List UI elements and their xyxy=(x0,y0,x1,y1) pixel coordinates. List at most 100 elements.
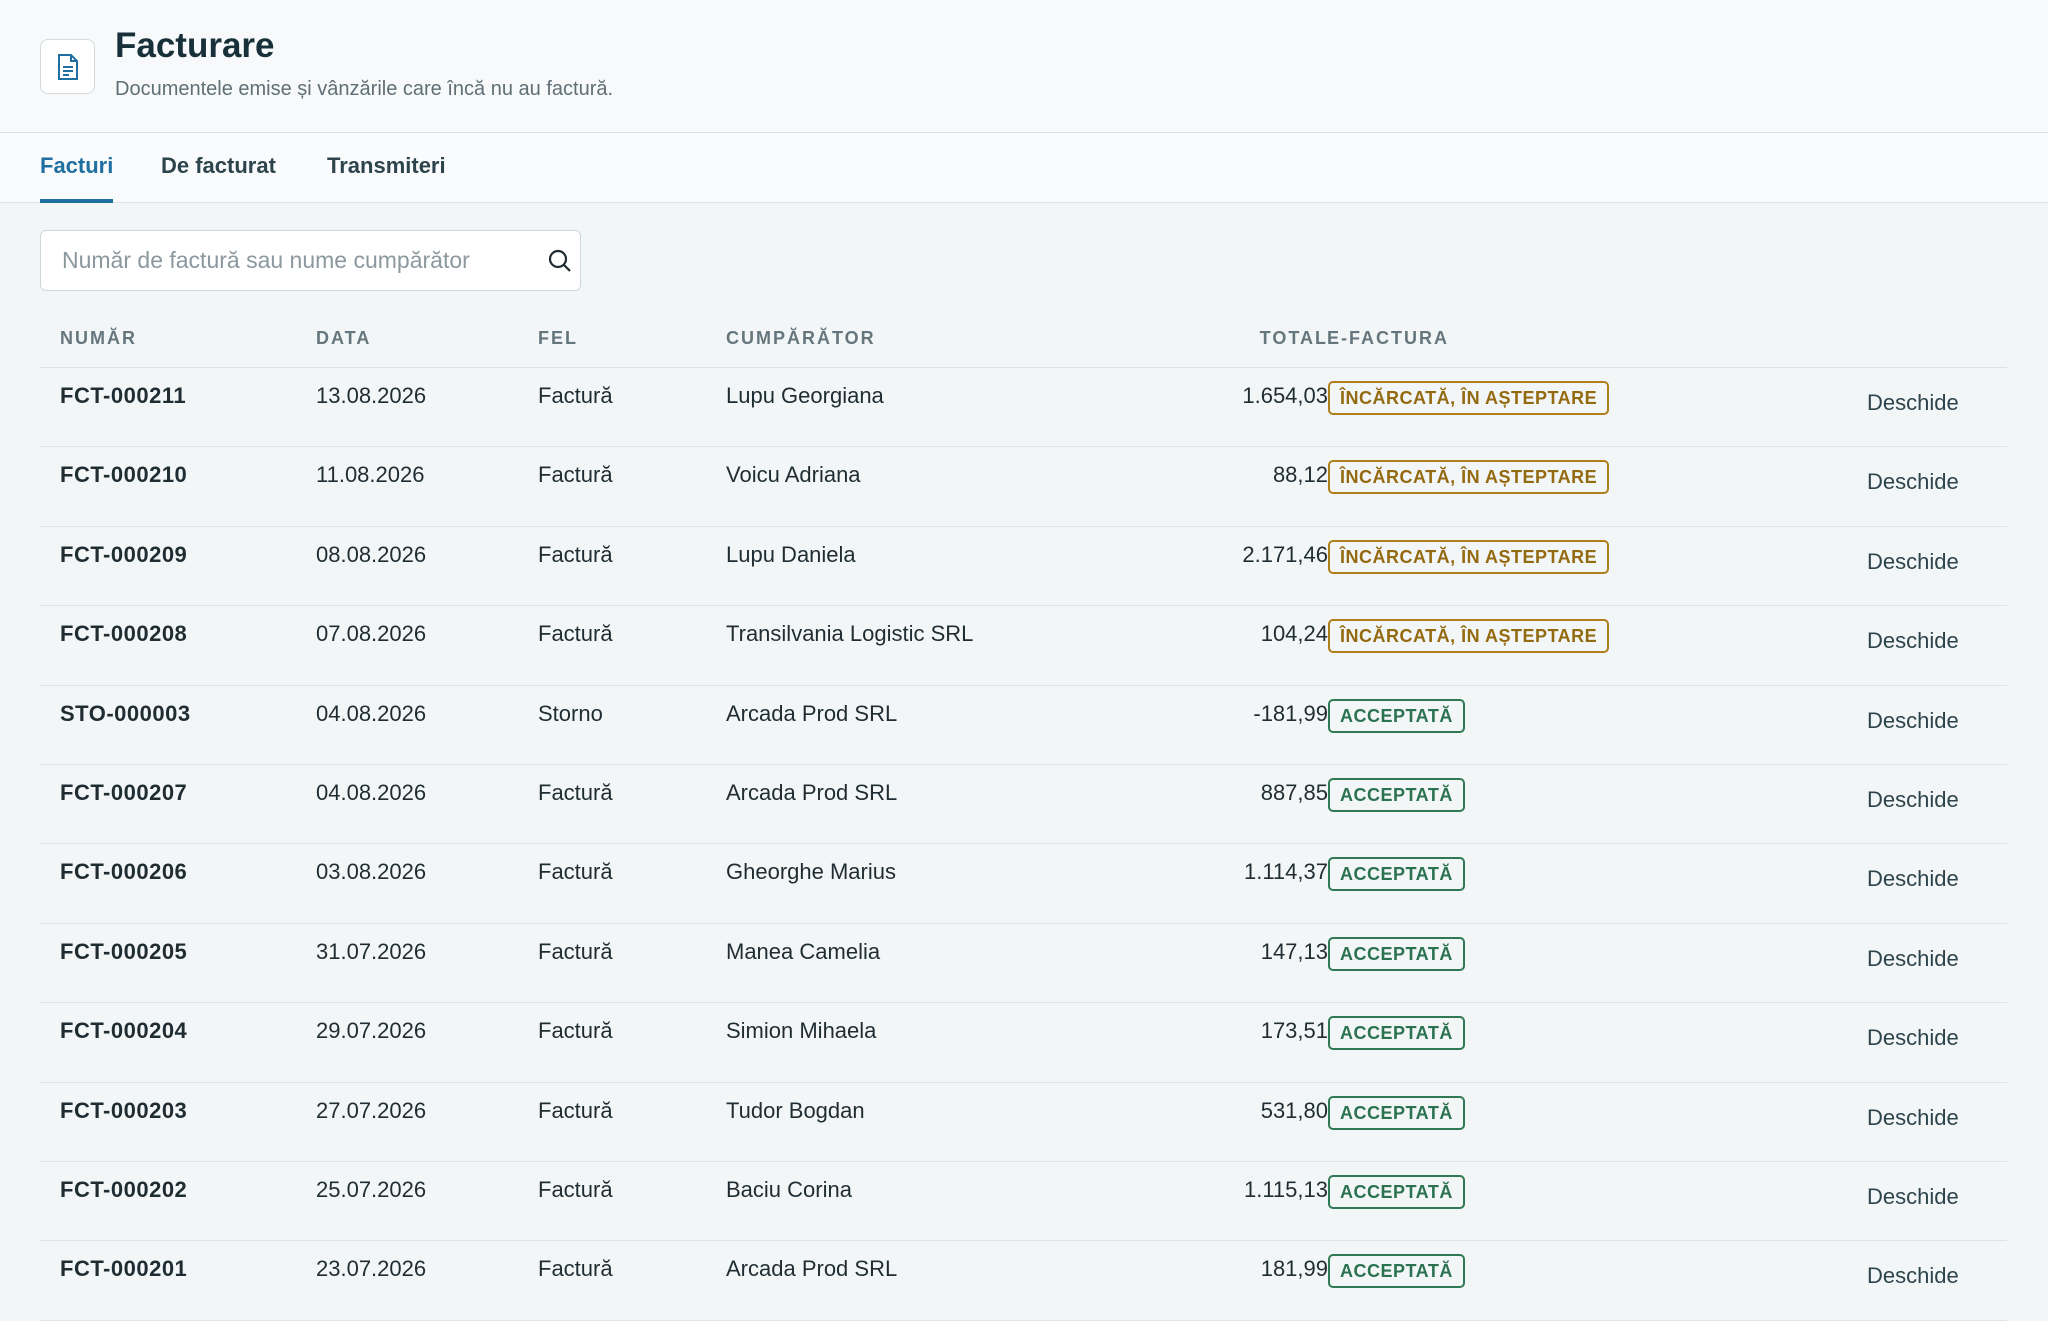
table-header: NUMĂR DATA FEL CUMPĂRĂTOR TOTAL E-FACTUR… xyxy=(40,318,2007,368)
table-row[interactable]: FCT-000211 13.08.2026 Factură Lupu Georgian… xyxy=(40,368,2007,448)
invoice-date: 04.08.2026 xyxy=(316,779,427,805)
invoice-date: 07.08.2026 xyxy=(316,621,427,647)
invoice-number: FCT-000205 xyxy=(60,938,188,964)
tab-bar: Facturi De facturat Transmiteri xyxy=(0,133,2048,203)
table-row[interactable]: FCT-000205 31.07.2026 Factură Manea Camelia… xyxy=(40,924,2007,1004)
efactura-status-badge: ACCEPTATĂ xyxy=(1328,1254,1465,1289)
tab-de-facturat[interactable]: De facturat xyxy=(161,133,276,203)
invoice-total: 173,51 xyxy=(1260,1018,1328,1044)
invoice-total: 88,12 xyxy=(1272,462,1328,488)
invoice-kind: Factură xyxy=(538,1018,613,1044)
page-title: Facturare xyxy=(115,26,275,65)
invoice-number: FCT-000201 xyxy=(60,1256,188,1282)
table-row[interactable]: FCT-000210 11.08.2026 Factură Voicu Adriana… xyxy=(40,447,2007,527)
open-invoice-link[interactable]: Deschide xyxy=(1867,787,1959,813)
table-row[interactable]: FCT-000202 25.07.2026 Factură Baciu Corina 1… xyxy=(40,1162,2007,1242)
invoice-date: 08.08.2026 xyxy=(316,541,427,567)
buyer-name: Lupu Daniela xyxy=(726,541,856,567)
table-row[interactable]: FCT-000208 07.08.2026 Factură Transilvania … xyxy=(40,606,2007,686)
invoice-number: FCT-000210 xyxy=(60,462,188,488)
open-invoice-link[interactable]: Deschide xyxy=(1867,549,1959,575)
buyer-name: Lupu Georgiana xyxy=(726,383,884,408)
efactura-status-badge: ÎNCĂRCATĂ, ÎN AȘTEPTARE xyxy=(1328,539,1610,574)
invoice-total: 181,99 xyxy=(1260,1256,1328,1282)
buyer-name: Gheorghe Marius xyxy=(726,859,896,885)
table-row[interactable]: FCT-000201 23.07.2026 Factură Arcada Prod S… xyxy=(40,1241,2007,1321)
buyer-name: Arcada Prod SRL xyxy=(726,1256,898,1282)
column-header-cumparator: CUMPĂRĂTOR xyxy=(726,328,876,348)
search-icon[interactable] xyxy=(546,247,574,275)
invoices-table: NUMĂR DATA FEL CUMPĂRĂTOR TOTAL E-FACTUR… xyxy=(40,318,2007,1321)
invoice-number: FCT-000204 xyxy=(60,1018,188,1044)
buyer-name: Manea Camelia xyxy=(726,938,881,964)
buyer-name: Arcada Prod SRL xyxy=(726,700,898,726)
table-row[interactable]: FCT-000203 27.07.2026 Factură Tudor Bogdan 5… xyxy=(40,1083,2007,1162)
column-header-fel: FEL xyxy=(538,328,578,348)
search-box xyxy=(40,230,581,291)
invoice-total: 2.171,46 xyxy=(1242,541,1328,567)
table-row[interactable]: FCT-000207 04.08.2026 Factură Arcada Prod S… xyxy=(40,765,2007,845)
invoice-total: 1.654,03 xyxy=(1242,383,1328,408)
invoice-kind: Factură xyxy=(538,541,613,567)
open-invoice-link[interactable]: Deschide xyxy=(1867,708,1959,734)
invoice-kind: Factură xyxy=(538,1256,613,1282)
buyer-name: Tudor Bogdan xyxy=(726,1097,865,1123)
table-row[interactable]: FCT-000206 03.08.2026 Factură Gheorghe Mari… xyxy=(40,844,2007,924)
page-header: Facturare Documentele emise și vânzările… xyxy=(0,0,2048,133)
invoice-date: 23.07.2026 xyxy=(316,1256,427,1282)
invoice-number: FCT-000211 xyxy=(60,383,187,408)
invoice-kind: Factură xyxy=(538,383,613,408)
invoice-total: -181,99 xyxy=(1253,700,1328,726)
invoice-date: 04.08.2026 xyxy=(316,700,427,726)
invoice-kind: Factură xyxy=(538,938,613,964)
invoice-date: 25.07.2026 xyxy=(316,1176,427,1202)
efactura-status-badge: ÎNCĂRCATĂ, ÎN AȘTEPTARE xyxy=(1328,460,1610,495)
invoice-number: FCT-000202 xyxy=(60,1176,188,1202)
open-invoice-link[interactable]: Deschide xyxy=(1867,1025,1959,1051)
tab-transmiteri[interactable]: Transmiteri xyxy=(327,133,446,203)
open-invoice-link[interactable]: Deschide xyxy=(1867,469,1959,495)
column-header-total: TOTAL xyxy=(1259,328,1328,348)
table-row[interactable]: FCT-000204 29.07.2026 Factură Simion Mihael… xyxy=(40,1003,2007,1083)
invoice-kind: Factură xyxy=(538,1176,613,1202)
invoice-total: 104,24 xyxy=(1260,621,1328,647)
open-invoice-link[interactable]: Deschide xyxy=(1867,1105,1959,1131)
invoice-date: 03.08.2026 xyxy=(316,859,427,885)
table-row[interactable]: FCT-000209 08.08.2026 Factură Lupu Daniela 2… xyxy=(40,527,2007,607)
invoice-number: FCT-000206 xyxy=(60,859,188,885)
invoice-date: 27.07.2026 xyxy=(316,1097,427,1123)
invoice-date: 11.08.2026 xyxy=(316,462,425,488)
buyer-name: Voicu Adriana xyxy=(726,462,861,488)
open-invoice-link[interactable]: Deschide xyxy=(1867,1184,1959,1210)
efactura-status-badge: ÎNCĂRCATĂ, ÎN AȘTEPTARE xyxy=(1328,619,1610,654)
invoice-number: FCT-000207 xyxy=(60,779,188,805)
table-body: FCT-000211 13.08.2026 Factură Lupu Georgian… xyxy=(40,368,2007,1321)
open-invoice-link[interactable]: Deschide xyxy=(1867,1263,1959,1289)
buyer-name: Arcada Prod SRL xyxy=(726,779,898,805)
invoice-number: FCT-000209 xyxy=(60,541,188,567)
efactura-status-badge: ÎNCĂRCATĂ, ÎN AȘTEPTARE xyxy=(1328,381,1610,415)
open-invoice-link[interactable]: Deschide xyxy=(1867,390,1959,416)
page-subtitle: Documentele emise și vânzările care încă… xyxy=(115,78,614,100)
column-header-data: DATA xyxy=(316,328,372,348)
table-row[interactable]: STO-000003 04.08.2026 Storno Arcada Prod SR… xyxy=(40,686,2007,765)
invoice-date: 31.07.2026 xyxy=(316,938,427,964)
tab-facturi[interactable]: Facturi xyxy=(40,133,114,203)
efactura-status-badge: ACCEPTATĂ xyxy=(1328,1016,1465,1051)
efactura-status-badge: ACCEPTATĂ xyxy=(1328,857,1465,892)
invoice-kind: Storno xyxy=(538,700,603,726)
open-invoice-link[interactable]: Deschide xyxy=(1867,628,1959,654)
invoice-kind: Factură xyxy=(538,1097,613,1123)
invoice-kind: Factură xyxy=(538,621,613,647)
open-invoice-link[interactable]: Deschide xyxy=(1867,866,1959,892)
invoice-total: 147,13 xyxy=(1260,938,1328,964)
open-invoice-link[interactable]: Deschide xyxy=(1867,946,1959,972)
column-header-numar: NUMĂR xyxy=(60,328,137,348)
invoice-kind: Factură xyxy=(538,779,613,805)
invoice-total: 531,80 xyxy=(1260,1097,1328,1123)
invoice-total: 1.115,13 xyxy=(1243,1176,1328,1202)
invoice-date: 29.07.2026 xyxy=(316,1018,427,1044)
invoice-kind: Factură xyxy=(538,462,613,488)
column-header-efactura: E-FACTURA xyxy=(1327,328,1449,348)
search-input[interactable] xyxy=(41,231,531,290)
